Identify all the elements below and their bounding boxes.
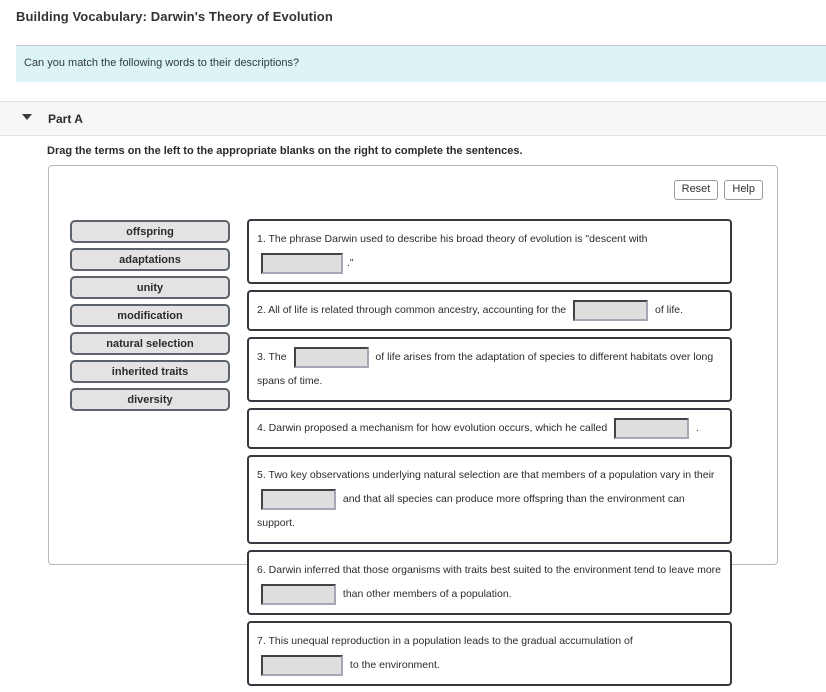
sentence-box: 7. This unequal reproduction in a popula… (247, 621, 732, 686)
sentence-box: 4. Darwin proposed a mechanism for how e… (247, 408, 732, 449)
sentence-text: . (693, 422, 699, 434)
term-tile[interactable]: unity (70, 276, 230, 299)
info-banner: Can you match the following words to the… (16, 45, 826, 82)
blank-drop-target[interactable] (573, 299, 649, 321)
terms-bank: offspring adaptations unity modification nat… (70, 220, 230, 416)
term-tile[interactable]: modification (70, 304, 230, 327)
sentence-number: 3. (257, 351, 266, 363)
help-button[interactable]: Help (724, 180, 763, 200)
term-tile[interactable]: natural selection (70, 332, 230, 355)
chevron-down-icon[interactable] (22, 114, 32, 120)
page-title: Building Vocabulary: Darwin's Theory of … (16, 9, 333, 24)
sentence-number: 1. (257, 233, 266, 245)
term-tile[interactable]: adaptations (70, 248, 230, 271)
sentence-text: than other members of a population. (340, 588, 512, 600)
sentence-box: 3. The of life arises from the adaptatio… (247, 337, 732, 402)
sentence-text: Darwin proposed a mechanism for how evol… (265, 422, 611, 434)
term-tile[interactable]: inherited traits (70, 360, 230, 383)
term-tile[interactable]: diversity (70, 388, 230, 411)
sentence-box: 2. All of life is related through common… (247, 290, 732, 331)
blank-drop-target[interactable] (261, 654, 343, 676)
blank-drop-target[interactable] (614, 417, 690, 439)
sentence-text: Two key observations underlying natural … (265, 469, 718, 481)
info-banner-text: Can you match the following words to the… (24, 57, 300, 69)
panel-toolbar: Reset Help (673, 180, 763, 200)
part-a-header[interactable]: Part A (0, 101, 826, 136)
sentence-text: The (265, 351, 290, 363)
sentence-text: of life. (652, 304, 683, 316)
sentence-text: ." (347, 257, 354, 269)
blank-drop-target[interactable] (261, 488, 336, 510)
part-a-label: Part A (48, 112, 83, 126)
term-tile[interactable]: offspring (70, 220, 230, 243)
sentence-number: 7. (257, 635, 266, 647)
blank-drop-target[interactable] (293, 346, 369, 368)
sentence-box: 1. The phrase Darwin used to describe hi… (247, 219, 732, 284)
reset-button[interactable]: Reset (673, 180, 719, 200)
sentence-number: 2. (257, 304, 266, 316)
sentence-number: 5. (257, 469, 266, 481)
sentence-number: 4. (257, 422, 266, 434)
blank-drop-target[interactable] (261, 583, 336, 605)
sentences-list: 1. The phrase Darwin used to describe hi… (247, 219, 732, 692)
exercise-panel: Reset Help offspring adaptations unity modi… (48, 165, 778, 686)
sentence-text: Darwin inferred that those organisms wit… (265, 564, 724, 576)
sentence-text: All of life is related through common an… (265, 304, 570, 316)
sentence-text: The phrase Darwin used to describe his b… (265, 233, 651, 245)
sentence-number: 6. (257, 564, 266, 576)
drag-instruction: Drag the terms on the left to the approp… (47, 145, 523, 157)
sentence-text: This unequal reproduction in a populatio… (265, 635, 636, 647)
blank-drop-target[interactable] (261, 252, 343, 274)
sentence-box: 5. Two key observations underlying natur… (247, 455, 732, 544)
sentence-text: to the environment. (347, 659, 440, 671)
